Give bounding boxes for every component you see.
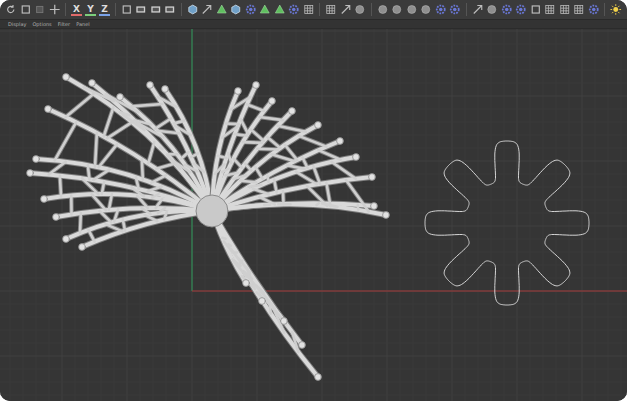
square-icon[interactable]: [20, 3, 32, 16]
menu-item[interactable]: Options: [32, 20, 51, 28]
sphere-icon[interactable]: [406, 3, 418, 16]
separator: [319, 3, 320, 16]
axis-button[interactable]: Z: [99, 4, 110, 16]
axis-button[interactable]: Y: [85, 4, 96, 16]
sphere-icon[interactable]: [486, 3, 498, 16]
gear-icon[interactable]: [501, 3, 513, 16]
green-icon[interactable]: [274, 3, 286, 16]
grid: [0, 29, 627, 401]
sphere-icon[interactable]: [391, 3, 403, 16]
cube-icon[interactable]: [187, 3, 199, 16]
grid-icon[interactable]: [325, 3, 337, 16]
arrow-icon[interactable]: [340, 3, 352, 16]
sphere-icon[interactable]: [354, 3, 366, 16]
grid-icon[interactable]: [303, 3, 315, 16]
cube-icon[interactable]: [230, 3, 242, 16]
viewport-menu: Display Options Filter Panel: [0, 20, 627, 28]
separator: [371, 3, 372, 16]
arrow-icon[interactable]: [472, 3, 484, 16]
square-icon[interactable]: [530, 3, 542, 16]
lattice-model[interactable]: [27, 74, 390, 381]
grid-icon[interactable]: [573, 3, 585, 16]
separator: [181, 3, 182, 16]
axis-button[interactable]: X: [71, 4, 82, 16]
grid-icon[interactable]: [544, 3, 556, 16]
separator: [65, 3, 66, 16]
viewport-window: XYZDisplayOptionsFilterPanel: [0, 0, 627, 401]
arrow-icon[interactable]: [201, 3, 213, 16]
gear-icon[interactable]: [245, 3, 257, 16]
separator: [604, 3, 605, 16]
sphere-icon[interactable]: [377, 3, 389, 16]
sphere-icon[interactable]: [420, 3, 432, 16]
film-icon[interactable]: [135, 3, 147, 16]
film-icon[interactable]: [150, 3, 162, 16]
separator: [466, 3, 467, 16]
gear-icon[interactable]: [449, 3, 461, 16]
square-icon[interactable]: [121, 3, 133, 16]
gear-icon[interactable]: [515, 3, 527, 16]
scene-canvas[interactable]: [0, 29, 627, 401]
separator: [115, 3, 116, 16]
gear-icon[interactable]: [288, 3, 300, 16]
move-icon[interactable]: [49, 3, 61, 16]
grid-icon[interactable]: [559, 3, 571, 16]
rotate-icon[interactable]: [5, 3, 17, 16]
box-icon[interactable]: [34, 3, 46, 16]
menu-item[interactable]: Display: [8, 20, 26, 28]
gear-icon[interactable]: [435, 3, 447, 16]
green-icon[interactable]: [216, 3, 228, 16]
spline-outline[interactable]: [425, 141, 589, 305]
film-icon[interactable]: [164, 3, 176, 16]
gear-icon[interactable]: [588, 3, 600, 16]
toolbar: XYZ: [0, 0, 627, 20]
viewport[interactable]: [0, 28, 627, 401]
menu-item[interactable]: Filter: [58, 20, 70, 28]
light-icon[interactable]: [610, 3, 622, 16]
green-icon[interactable]: [259, 3, 271, 16]
menu-item[interactable]: Panel: [76, 20, 90, 28]
